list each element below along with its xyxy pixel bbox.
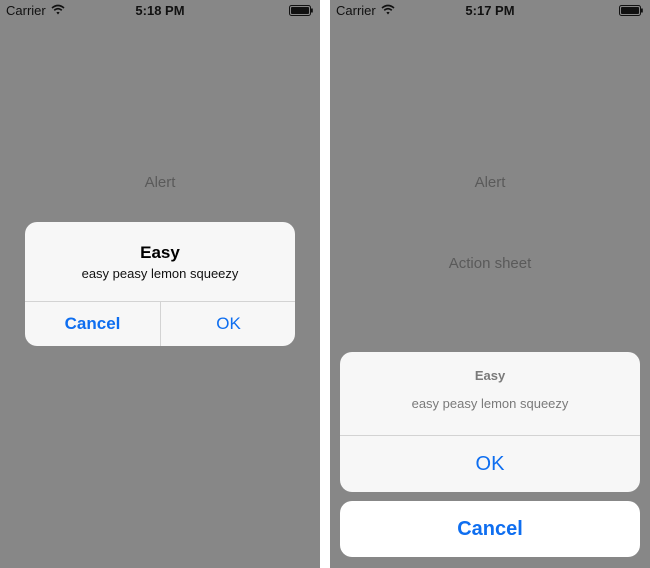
status-bar: Carrier 5:18 PM (0, 0, 320, 22)
right-screen: Carrier 5:17 PM Alert Action sheet Easy … (330, 0, 650, 568)
left-screen: Carrier 5:18 PM Alert Easy easy peasy le… (0, 0, 320, 568)
alert-trigger-label[interactable]: Alert (330, 174, 650, 191)
action-sheet-trigger-label[interactable]: Action sheet (330, 255, 650, 272)
status-bar: Carrier 5:17 PM (330, 0, 650, 22)
status-time: 5:17 PM (465, 3, 515, 18)
action-sheet: Easy easy peasy lemon squeezy OK (340, 352, 640, 492)
ok-button[interactable]: OK (340, 436, 640, 492)
alert-title: Easy (140, 243, 180, 262)
battery-icon (619, 5, 643, 16)
alert-trigger-label[interactable]: Alert (0, 174, 320, 191)
action-sheet-title: Easy (474, 368, 506, 383)
cancel-button[interactable]: Cancel (25, 302, 160, 346)
ok-button[interactable]: OK (161, 302, 295, 346)
alert-message: easy peasy lemon squeezy (81, 266, 239, 281)
battery-icon (289, 5, 313, 16)
status-time: 5:18 PM (135, 3, 185, 18)
action-sheet-message: easy peasy lemon squeezy (411, 396, 569, 411)
alert-dialog: Easy easy peasy lemon squeezy Cancel OK (25, 222, 295, 346)
cancel-button[interactable]: Cancel (340, 501, 640, 557)
